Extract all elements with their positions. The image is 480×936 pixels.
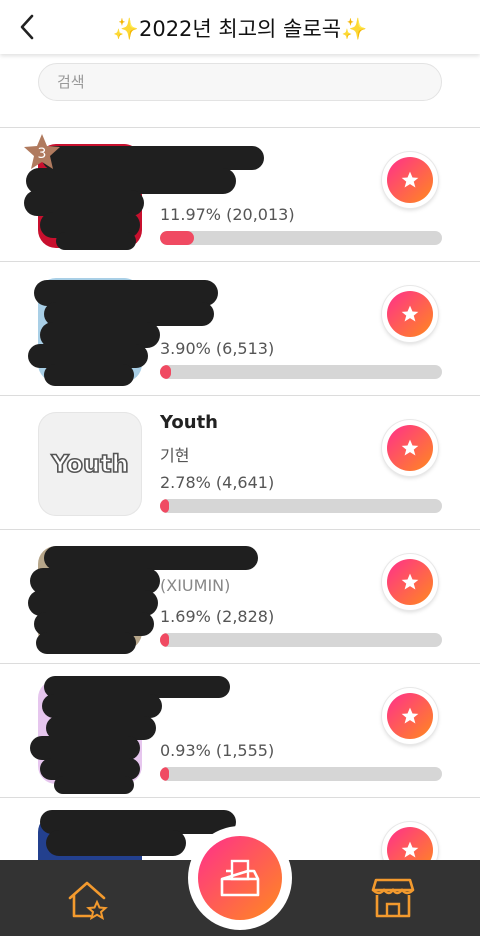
star-icon bbox=[401, 171, 419, 188]
redaction-mark bbox=[36, 632, 136, 654]
home-star-icon bbox=[68, 881, 108, 921]
redaction-mark bbox=[44, 546, 258, 570]
vote-button-inner bbox=[387, 425, 433, 471]
list-item[interactable]: Youth Youth 기현 2.78% (4,641) bbox=[0, 396, 480, 530]
search-input[interactable]: 검색 bbox=[38, 63, 442, 101]
redaction-mark bbox=[42, 694, 162, 718]
redaction-mark bbox=[46, 830, 186, 856]
vote-button[interactable] bbox=[382, 286, 438, 342]
vote-button[interactable] bbox=[382, 688, 438, 744]
svg-text:3: 3 bbox=[38, 146, 47, 162]
vote-progress-bar bbox=[160, 633, 442, 647]
vote-percent: 0.93% (1,555) bbox=[160, 741, 275, 760]
artist-name: (XIUMIN) bbox=[160, 576, 231, 595]
star-icon bbox=[401, 573, 419, 590]
vote-progress-fill bbox=[160, 633, 170, 647]
star-icon bbox=[401, 439, 419, 456]
list-item[interactable]: 3.90% (6,513) bbox=[0, 262, 480, 396]
rank-star-badge-icon: 3 bbox=[24, 134, 60, 169]
store-nav-button[interactable] bbox=[370, 876, 416, 920]
redaction-mark bbox=[42, 146, 264, 170]
song-title: Youth bbox=[160, 412, 218, 433]
redaction-mark bbox=[54, 776, 134, 794]
redaction-mark bbox=[44, 364, 134, 386]
artist-name: 기현 bbox=[160, 446, 190, 465]
vote-button-inner bbox=[387, 693, 433, 739]
list-item[interactable]: 3 11.97% (20,013) bbox=[0, 128, 480, 262]
ranking-list: 3 11.97% (20,013) 3.90% (6,513) Youth Yo… bbox=[0, 112, 480, 872]
vote-box-button-ring bbox=[188, 826, 292, 930]
vote-progress-fill bbox=[160, 365, 171, 379]
vote-progress-bar bbox=[160, 499, 442, 513]
vote-percent: 1.69% (2,828) bbox=[160, 607, 275, 626]
list-item[interactable] bbox=[0, 112, 480, 128]
vote-progress-fill bbox=[160, 767, 170, 781]
svg-text:Youth: Youth bbox=[50, 450, 128, 478]
list-item[interactable]: 0.93% (1,555) bbox=[0, 664, 480, 798]
album-cover-youth: Youth bbox=[50, 449, 130, 479]
list-item[interactable]: (XIUMIN) 1.69% (2,828) bbox=[0, 530, 480, 664]
vote-button-inner bbox=[387, 559, 433, 605]
redaction-mark bbox=[56, 232, 136, 250]
vote-progress-fill bbox=[160, 231, 194, 245]
store-icon bbox=[371, 878, 415, 918]
redaction-mark bbox=[30, 736, 140, 760]
star-icon bbox=[401, 707, 419, 724]
vote-percent: 11.97% (20,013) bbox=[160, 205, 295, 224]
home-nav-button[interactable] bbox=[64, 878, 110, 921]
star-icon bbox=[401, 305, 419, 322]
page-title: ✨2022년 최고의 솔로곡✨ bbox=[112, 17, 368, 41]
vote-progress-bar bbox=[160, 365, 442, 379]
vote-button[interactable] bbox=[382, 554, 438, 610]
vote-progress-fill bbox=[160, 499, 170, 513]
star-icon bbox=[401, 841, 419, 858]
vote-box-button[interactable] bbox=[198, 836, 282, 920]
album-art: Youth bbox=[38, 412, 142, 516]
ballot-box-icon bbox=[220, 859, 260, 897]
vote-percent: 2.78% (4,641) bbox=[160, 473, 275, 492]
vote-percent: 3.90% (6,513) bbox=[160, 339, 275, 358]
search-bar-container: 검색 bbox=[0, 54, 480, 112]
vote-button[interactable] bbox=[382, 152, 438, 208]
vote-progress-bar bbox=[160, 767, 442, 781]
vote-progress-bar bbox=[160, 231, 442, 245]
vote-button[interactable] bbox=[382, 420, 438, 476]
vote-button-inner bbox=[387, 291, 433, 337]
top-app-bar: ✨2022년 최고의 솔로곡✨ bbox=[0, 0, 480, 54]
vote-button-inner bbox=[387, 157, 433, 203]
